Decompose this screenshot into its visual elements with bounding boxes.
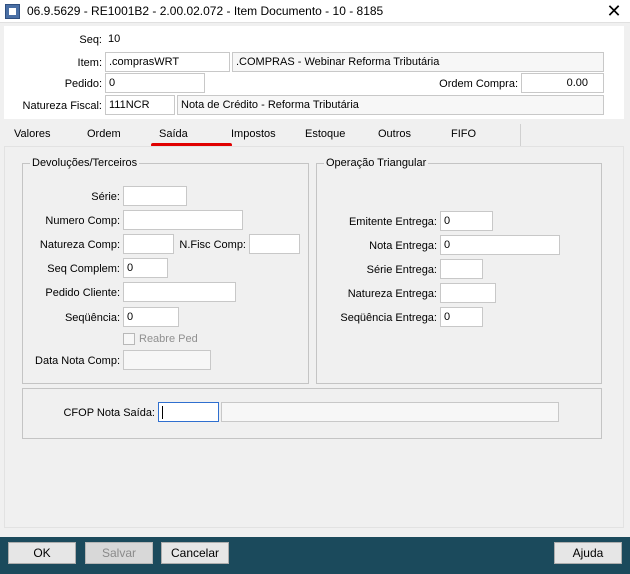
numero-comp-label: Numero Comp:: [45, 215, 120, 227]
item-description-field: .COMPRAS - Webinar Reforma Tributária: [232, 52, 604, 72]
cfop-description: [221, 402, 559, 422]
natureza-comp-field[interactable]: [123, 234, 174, 254]
tab-impostos[interactable]: Impostos: [231, 128, 276, 140]
sequencia-label: Seqüência:: [64, 312, 120, 324]
serie-entrega-field[interactable]: [440, 259, 483, 279]
sequencia-field[interactable]: 0: [123, 307, 179, 327]
ordem-compra-label: Ordem Compra:: [439, 78, 518, 90]
data-nota-comp-label: Data Nota Comp:: [35, 355, 120, 367]
item-code-field[interactable]: .comprasWRT: [105, 52, 230, 72]
sequencia-entrega-field[interactable]: 0: [440, 307, 483, 327]
window-title: 06.9.5629 - RE1001B2 - 2.00.02.072 - Ite…: [27, 4, 384, 18]
tab-bar-separator: [520, 124, 521, 146]
cancelar-button[interactable]: Cancelar: [161, 542, 229, 564]
tab-fifo[interactable]: FIFO: [451, 128, 476, 140]
cfop-field[interactable]: [158, 402, 219, 422]
pedido-cliente-field[interactable]: [123, 282, 236, 302]
text-caret: [162, 406, 163, 419]
reabre-ped-checkbox[interactable]: [123, 333, 135, 345]
ordem-compra-field[interactable]: 0.00: [521, 73, 604, 93]
tab-outros[interactable]: Outros: [378, 128, 411, 140]
reabre-ped-label: Reabre Ped: [139, 333, 198, 345]
nfisc-comp-label: N.Fisc Comp:: [179, 239, 246, 251]
numero-comp-field[interactable]: [123, 210, 243, 230]
natureza-entrega-label: Natureza Entrega:: [347, 288, 437, 300]
natureza-entrega-field[interactable]: [440, 283, 496, 303]
triangular-group-title: Operação Triangular: [324, 157, 429, 169]
item-label: Item:: [77, 57, 102, 69]
serie-entrega-label: Série Entrega:: [366, 264, 437, 276]
emitente-entrega-label: Emitente Entrega:: [348, 216, 437, 228]
serie-label: Série:: [91, 191, 120, 203]
tab-valores[interactable]: Valores: [14, 128, 50, 140]
nota-entrega-label: Nota Entrega:: [369, 240, 437, 252]
seq-value: 10: [105, 29, 147, 49]
ajuda-button[interactable]: Ajuda: [554, 542, 622, 564]
natureza-comp-label: Natureza Comp:: [39, 239, 120, 251]
pedido-field[interactable]: 0: [105, 73, 205, 93]
natureza-fiscal-label: Natureza Fiscal:: [22, 100, 102, 112]
pedido-cliente-label: Pedido Cliente:: [45, 287, 120, 299]
nfisc-comp-field[interactable]: [249, 234, 300, 254]
tab-ordem[interactable]: Ordem: [87, 128, 121, 140]
seq-label: Seq:: [79, 34, 102, 46]
ok-button[interactable]: OK: [8, 542, 76, 564]
cfop-label: CFOP Nota Saída:: [63, 407, 155, 419]
sequencia-entrega-label: Seqüência Entrega:: [340, 312, 437, 324]
emitente-entrega-field[interactable]: 0: [440, 211, 493, 231]
close-icon[interactable]: ✕: [602, 1, 626, 21]
salvar-button[interactable]: Salvar: [85, 542, 153, 564]
seq-complem-field[interactable]: 0: [123, 258, 168, 278]
natureza-fiscal-description: Nota de Crédito - Reforma Tributária: [177, 95, 604, 115]
tab-saida[interactable]: Saída: [159, 128, 188, 140]
serie-field[interactable]: [123, 186, 187, 206]
tab-estoque[interactable]: Estoque: [305, 128, 345, 140]
seq-complem-label: Seq Complem:: [47, 263, 120, 275]
nota-entrega-field[interactable]: 0: [440, 235, 560, 255]
pedido-label: Pedido:: [64, 78, 102, 90]
devolucoes-group-title: Devoluções/Terceiros: [30, 157, 140, 169]
data-nota-comp-field[interactable]: [123, 350, 211, 370]
app-icon: [5, 4, 20, 19]
natureza-fiscal-field[interactable]: 111NCR: [105, 95, 175, 115]
